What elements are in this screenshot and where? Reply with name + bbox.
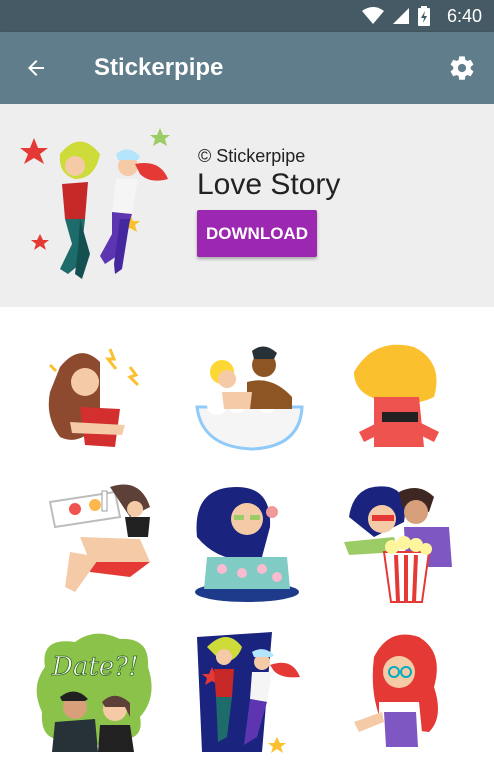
wifi-icon <box>362 7 384 24</box>
status-time: 6:40 <box>446 6 482 26</box>
arrow-back-icon <box>28 60 44 76</box>
breakfast-tray-sticker[interactable] <box>30 477 160 607</box>
angry-woman-sticker[interactable] <box>30 337 160 467</box>
pack-header: © Stickerpipe Love Story DOWNLOAD <box>0 104 494 307</box>
status-icons <box>362 6 430 26</box>
redhead-woman-sticker[interactable] <box>334 627 464 757</box>
dancing-couple-sticker[interactable] <box>182 627 312 757</box>
popcorn-couple-sticker[interactable] <box>334 477 464 607</box>
pack-cover-image <box>20 128 170 279</box>
blonde-back-sticker[interactable] <box>334 337 464 467</box>
signal-icon <box>393 8 409 24</box>
cake-woman-sticker[interactable] <box>182 477 312 607</box>
sticker-grid: Date?! <box>0 307 494 762</box>
settings-button[interactable] <box>440 46 484 90</box>
pack-name: Love Story <box>197 168 341 201</box>
battery-icon <box>418 6 430 26</box>
bathtub-couple-sticker[interactable] <box>182 337 312 467</box>
pack-copyright: © Stickerpipe <box>198 146 306 166</box>
status-bar: 6:40 <box>0 0 494 32</box>
back-button[interactable] <box>14 46 58 90</box>
gear-icon <box>450 56 474 80</box>
download-button[interactable]: DOWNLOAD <box>197 210 317 257</box>
app-bar: Stickerpipe <box>0 32 494 104</box>
date-sticker[interactable]: Date?! <box>30 627 160 757</box>
date-sticker-text: Date?! <box>51 652 139 682</box>
app-title: Stickerpipe <box>94 54 224 81</box>
